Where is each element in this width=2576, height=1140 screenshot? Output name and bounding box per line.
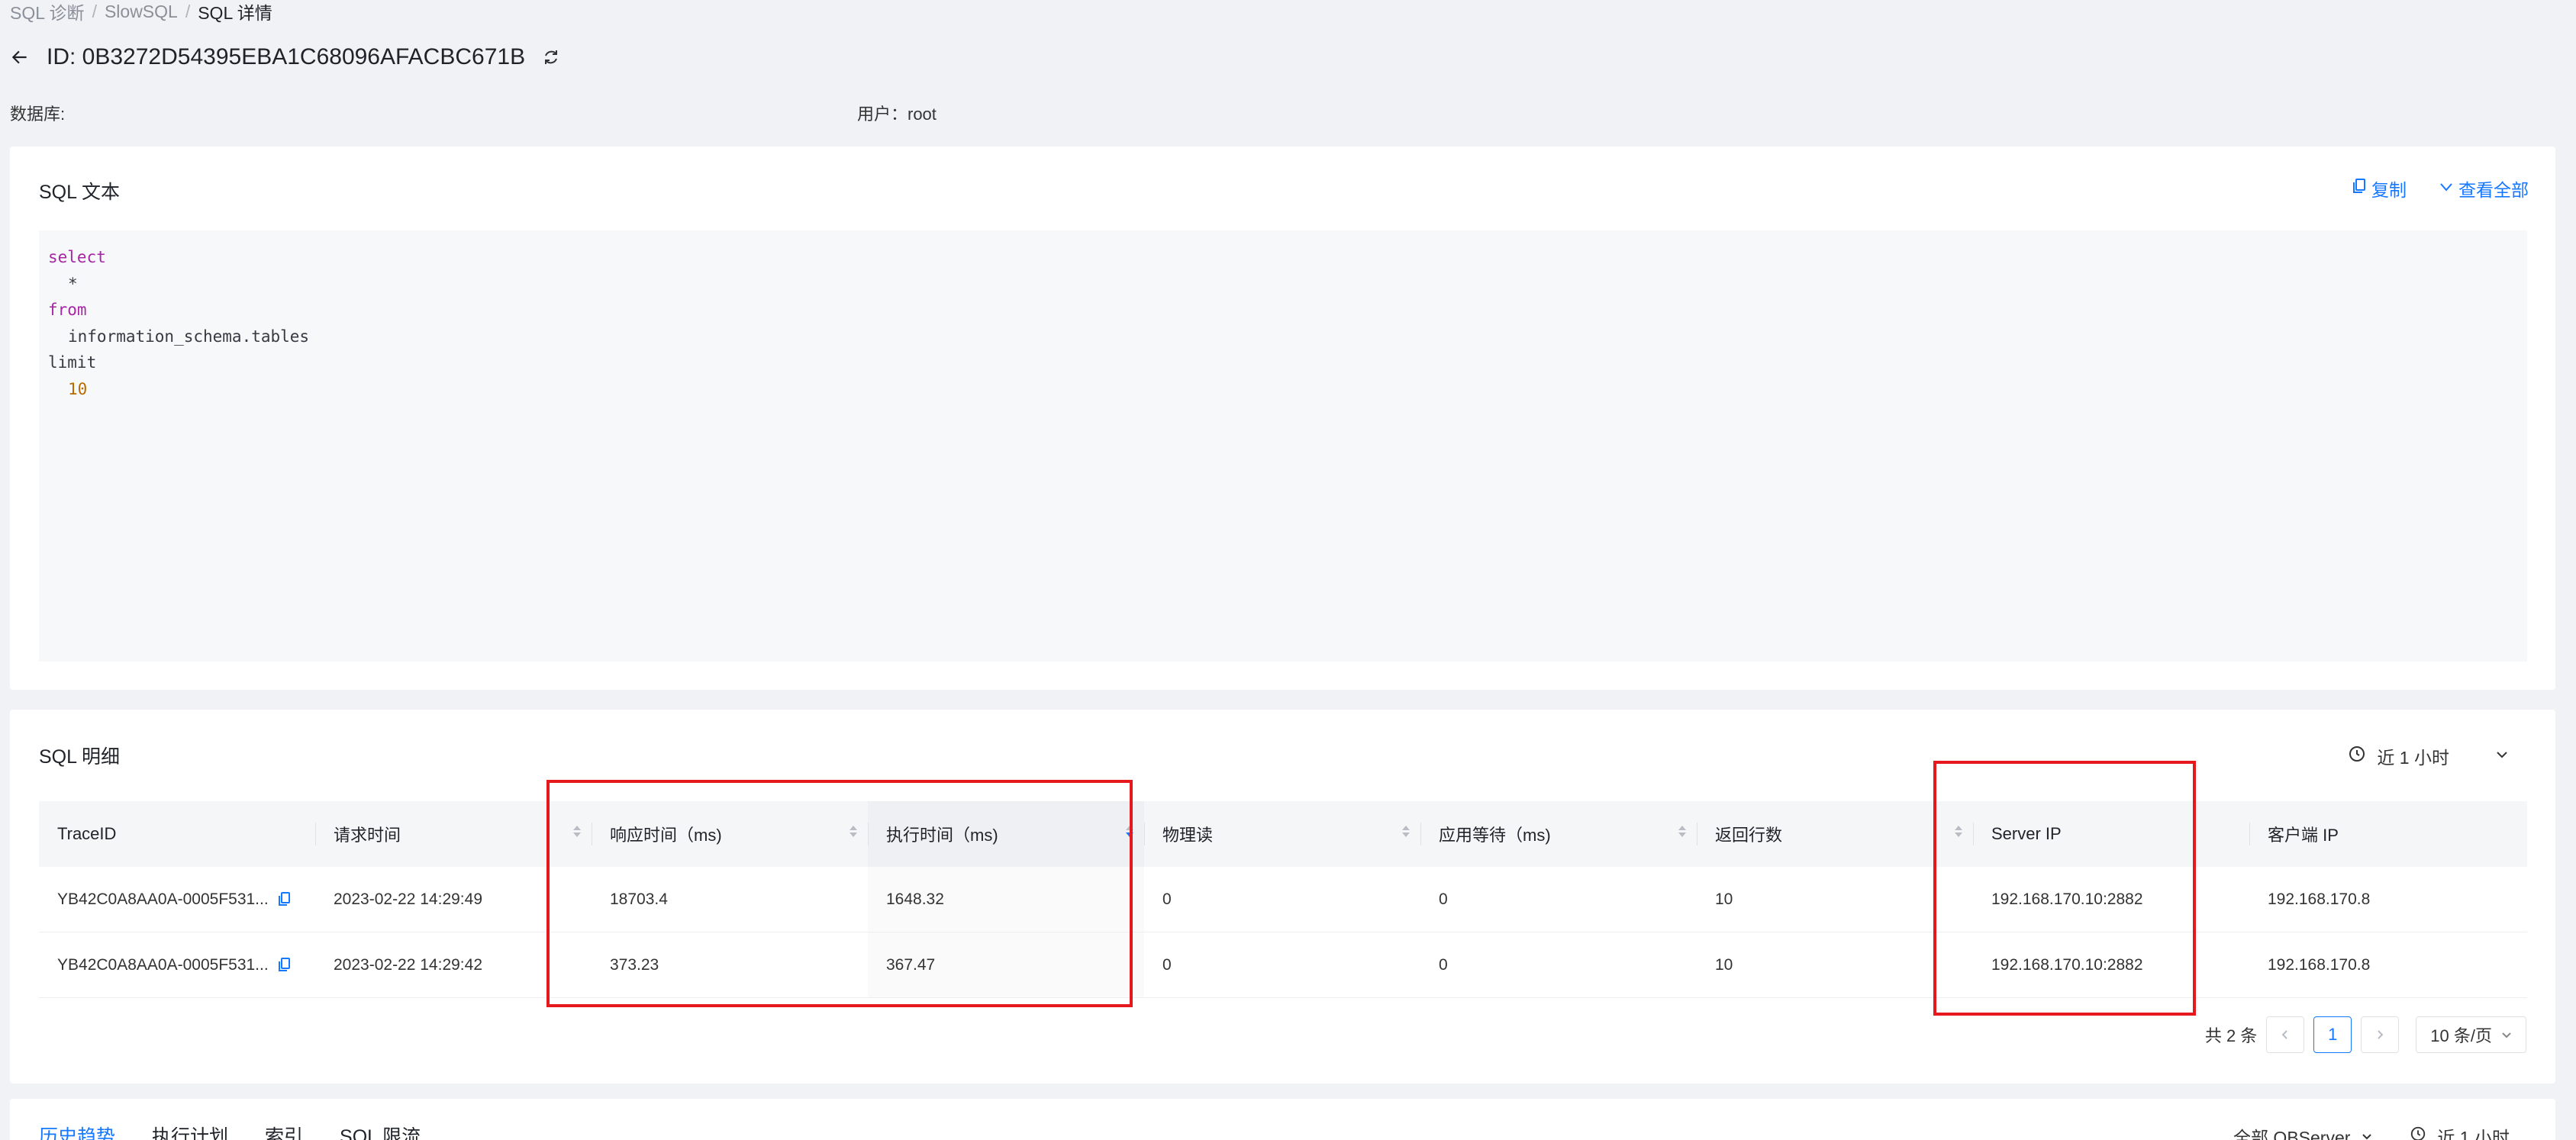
sort-icon[interactable] bbox=[1402, 826, 1410, 837]
cell-traceid: YB42C0A8AA0A-0005F531... bbox=[39, 932, 315, 997]
copy-label: 复制 bbox=[2371, 180, 2407, 200]
cell-traceid: YB42C0A8AA0A-0005F531... bbox=[39, 867, 315, 932]
prev-page-button[interactable] bbox=[2266, 1016, 2305, 1053]
code-line: 10 bbox=[68, 379, 88, 398]
sort-icon[interactable] bbox=[850, 826, 857, 837]
sort-icon[interactable] bbox=[1678, 826, 1686, 837]
sql-detail-table: TraceID 请求时间 响应时间（ms) 执行时间（ms) 物理读 应用等待（… bbox=[39, 801, 2527, 998]
column-header-app-wait[interactable]: 应用等待（ms) bbox=[1420, 801, 1697, 867]
chevron-right-icon bbox=[2378, 1030, 2384, 1039]
cell-server-ip: 192.168.170.10:2882 bbox=[1991, 955, 2143, 974]
copy-button[interactable]: 复制 bbox=[2352, 176, 2407, 201]
code-line: from bbox=[48, 301, 87, 319]
breadcrumb-separator: / bbox=[92, 1, 97, 21]
sql-detail-card: SQL 明细 近 1 小时 TraceID 请求时间 响应时间（ms) 执行时间… bbox=[10, 710, 2555, 1084]
sql-text-title: SQL 文本 bbox=[39, 182, 121, 203]
tab-filters: 全部 OBServer 近 1 小时 bbox=[2233, 1123, 2510, 1140]
sql-text-card: SQL 文本 复制 查看全部 select * from information… bbox=[10, 147, 2555, 690]
code-line: * bbox=[68, 274, 78, 293]
cell-request-time: 2023-02-22 14:29:42 bbox=[334, 955, 482, 974]
copy-icon[interactable] bbox=[278, 891, 292, 907]
refresh-icon[interactable] bbox=[542, 48, 560, 66]
column-header-physical-read[interactable]: 物理读 bbox=[1144, 801, 1420, 867]
code-line: limit bbox=[48, 353, 97, 372]
column-header-rows-returned[interactable]: 返回行数 bbox=[1697, 801, 1973, 867]
view-all-label: 查看全部 bbox=[2458, 180, 2529, 200]
page-size-select[interactable]: 10 条/页 bbox=[2416, 1016, 2526, 1053]
bottom-tabs-card: 历史趋势 执行计划 索引 SQL 限流 全部 OBServer 近 1 小时 bbox=[10, 1099, 2555, 1140]
cell-exec-time: 367.47 bbox=[868, 932, 1144, 997]
column-header-client-ip: 客户端 IP bbox=[2249, 801, 2527, 867]
meta-row: 数据库: 用户：root bbox=[10, 101, 1002, 128]
chevron-left-icon bbox=[2281, 1030, 2288, 1039]
chevron-down-icon bbox=[2362, 1134, 2372, 1140]
code-line: select bbox=[48, 248, 106, 266]
title-row: ID: 0B3272D54395EBA1C68096AFACBC671B bbox=[10, 38, 560, 76]
server-filter-select[interactable]: 全部 OBServer bbox=[2233, 1123, 2350, 1140]
breadcrumb-sql-diagnosis[interactable]: SQL 诊断 bbox=[10, 0, 85, 24]
cell-exec-time: 1648.32 bbox=[868, 867, 1144, 932]
column-header-exec-time[interactable]: 执行时间（ms) bbox=[868, 801, 1144, 867]
cell-response-time: 18703.4 bbox=[610, 890, 668, 908]
copy-icon[interactable] bbox=[278, 957, 292, 973]
cell-server-ip: 192.168.170.10:2882 bbox=[1991, 890, 2143, 908]
tab-index[interactable]: 索引 bbox=[265, 1122, 303, 1140]
copy-icon bbox=[2352, 178, 2367, 199]
cell-physical-read: 0 bbox=[1162, 955, 1172, 974]
column-header-response-time[interactable]: 响应时间（ms) bbox=[592, 801, 868, 867]
breadcrumb-slowsql[interactable]: SlowSQL bbox=[105, 2, 178, 22]
breadcrumb-sql-detail: SQL 详情 bbox=[198, 3, 272, 23]
table-header: TraceID 请求时间 响应时间（ms) 执行时间（ms) 物理读 应用等待（… bbox=[39, 801, 2527, 867]
sql-detail-title: SQL 明细 bbox=[39, 746, 121, 768]
next-page-button[interactable] bbox=[2361, 1016, 2400, 1053]
breadcrumb-separator: / bbox=[185, 1, 191, 21]
time-range-label: 近 1 小时 bbox=[2377, 748, 2449, 768]
cell-app-wait: 0 bbox=[1439, 955, 1448, 974]
table-row: YB42C0A8AA0A-0005F531... 2023-02-22 14:2… bbox=[39, 932, 2527, 998]
chevron-down-icon bbox=[2494, 746, 2510, 767]
code-line: information_schema.tables bbox=[68, 327, 310, 346]
page-number-button[interactable]: 1 bbox=[2313, 1016, 2352, 1053]
cell-physical-read: 0 bbox=[1162, 890, 1172, 908]
column-header-server-ip: Server IP bbox=[1973, 801, 2249, 867]
clock-icon bbox=[2410, 1126, 2426, 1140]
chevron-down-icon bbox=[2439, 179, 2454, 199]
pagination: 共 2 条 1 10 条/页 bbox=[2205, 1016, 2526, 1053]
sql-actions: 复制 查看全部 bbox=[2352, 176, 2529, 201]
view-all-button[interactable]: 查看全部 bbox=[2439, 176, 2529, 201]
sort-icon[interactable] bbox=[573, 826, 581, 837]
cell-rows-returned: 10 bbox=[1715, 890, 1733, 908]
user-label: 用户：root bbox=[857, 105, 937, 124]
sql-code-block: select * from information_schema.tables … bbox=[39, 230, 2527, 662]
time-range-select[interactable]: 近 1 小时 bbox=[2348, 743, 2510, 769]
cell-app-wait: 0 bbox=[1439, 890, 1448, 908]
cell-request-time: 2023-02-22 14:29:49 bbox=[334, 890, 482, 908]
time-range-select[interactable]: 近 1 小时 bbox=[2437, 1123, 2510, 1140]
chevron-down-icon bbox=[2502, 1032, 2511, 1039]
sort-icon[interactable] bbox=[1955, 826, 1962, 837]
cell-response-time: 373.23 bbox=[610, 955, 659, 974]
sort-icon[interactable] bbox=[1126, 826, 1133, 837]
tab-sql-throttle[interactable]: SQL 限流 bbox=[340, 1122, 421, 1140]
database-label: 数据库: bbox=[10, 105, 66, 124]
table-row: YB42C0A8AA0A-0005F531... 2023-02-22 14:2… bbox=[39, 867, 2527, 932]
tab-history-trend[interactable]: 历史趋势 bbox=[39, 1122, 115, 1140]
tab-bar: 历史趋势 执行计划 索引 SQL 限流 bbox=[39, 1122, 421, 1140]
column-header-traceid: TraceID bbox=[57, 824, 117, 843]
cell-rows-returned: 10 bbox=[1715, 955, 1733, 974]
column-header-request-time[interactable]: 请求时间 bbox=[315, 801, 592, 867]
page-size-label: 10 条/页 bbox=[2430, 1026, 2492, 1045]
cell-client-ip: 192.168.170.8 bbox=[2268, 890, 2371, 908]
breadcrumb: SQL 诊断 / SlowSQL / SQL 详情 bbox=[10, 0, 272, 24]
cell-client-ip: 192.168.170.8 bbox=[2268, 955, 2371, 974]
tab-execution-plan[interactable]: 执行计划 bbox=[152, 1122, 228, 1140]
clock-icon bbox=[2348, 745, 2366, 768]
pagination-total: 共 2 条 bbox=[2204, 1026, 2258, 1045]
arrow-left-icon[interactable] bbox=[10, 47, 30, 67]
page-title: ID: 0B3272D54395EBA1C68096AFACBC671B bbox=[47, 44, 526, 69]
